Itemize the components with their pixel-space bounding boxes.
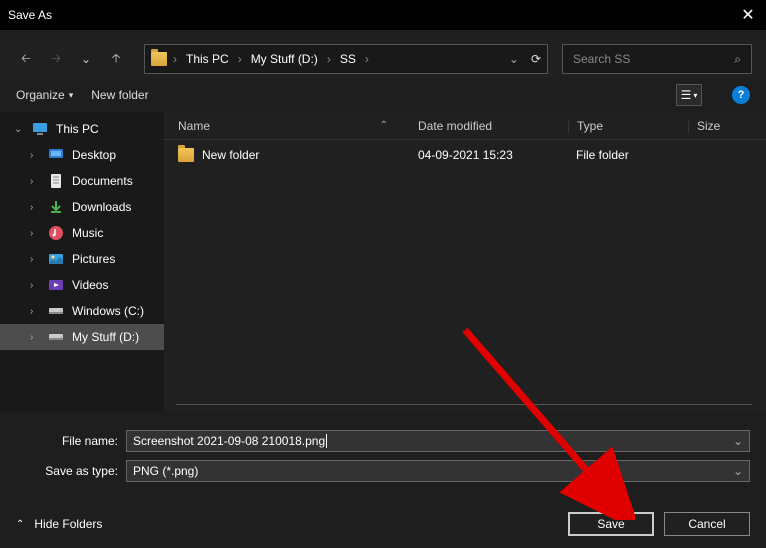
filename-row: File name: Screenshot 2021-09-08 210018.… (0, 426, 766, 456)
filename-label: File name: (16, 434, 126, 448)
sidebar-item-drive-d[interactable]: › My Stuff (D:) (0, 324, 164, 350)
file-list-area: Name ⌃ Date modified Type Size New folde… (164, 112, 766, 412)
videos-icon (48, 277, 64, 293)
window-title: Save As (8, 8, 52, 22)
pictures-icon (48, 251, 64, 267)
up-button[interactable]: 🡡 (104, 47, 128, 71)
body: ⌄ This PC › Desktop › Documents › Downlo… (0, 112, 766, 412)
text-cursor (326, 434, 327, 448)
chevron-right-icon: › (325, 52, 333, 66)
forward-button[interactable]: 🡢 (44, 47, 68, 71)
drive-icon (48, 303, 64, 319)
column-header-size[interactable]: Size (688, 119, 766, 133)
search-icon: ⌕ (734, 52, 741, 67)
file-date: 04-09-2021 15:23 (418, 148, 568, 162)
close-icon[interactable]: ✕ (738, 5, 758, 25)
breadcrumb-item[interactable]: This PC (183, 52, 232, 66)
sidebar-item-pictures[interactable]: › Pictures (0, 246, 164, 272)
chevron-right-icon: › (30, 332, 40, 343)
sidebar-item-label: Downloads (72, 200, 131, 214)
view-options-button[interactable]: ☰ ▾ (676, 84, 702, 106)
chevron-down-icon: ⌄ (14, 124, 24, 135)
pc-icon (32, 121, 48, 137)
filetype-select[interactable]: PNG (*.png) ⌄ (126, 460, 750, 482)
hide-folders-button[interactable]: Hide Folders (34, 517, 102, 531)
dropdown-icon[interactable]: ⌄ (733, 434, 743, 448)
recent-locations-dropdown[interactable]: ⌄ (74, 47, 98, 71)
downloads-icon (48, 199, 64, 215)
new-folder-button[interactable]: New folder (91, 88, 148, 102)
file-name: New folder (202, 148, 259, 162)
sidebar-item-downloads[interactable]: › Downloads (0, 194, 164, 220)
chevron-right-icon: › (30, 202, 40, 213)
sidebar-item-music[interactable]: › Music (0, 220, 164, 246)
help-icon[interactable]: ? (732, 86, 750, 104)
folder-icon (178, 148, 194, 162)
footer: ⌃ Hide Folders Save Cancel (0, 500, 766, 548)
breadcrumb-item[interactable]: SS (337, 52, 359, 66)
sidebar-item-label: Music (72, 226, 103, 240)
sidebar-item-label: Pictures (72, 252, 115, 266)
organize-button[interactable]: Organize ▾ (16, 88, 73, 102)
sidebar-item-this-pc[interactable]: ⌄ This PC (0, 116, 164, 142)
toolbar: Organize ▾ New folder ☰ ▾ ? (0, 78, 766, 112)
filetype-label: Save as type: (16, 464, 126, 478)
chevron-right-icon: › (30, 176, 40, 187)
sidebar: ⌄ This PC › Desktop › Documents › Downlo… (0, 112, 164, 412)
sidebar-item-videos[interactable]: › Videos (0, 272, 164, 298)
chevron-right-icon: › (30, 150, 40, 161)
sidebar-item-label: Windows (C:) (72, 304, 144, 318)
divider (176, 404, 752, 405)
cancel-button[interactable]: Cancel (664, 512, 750, 536)
chevron-right-icon: › (363, 52, 371, 66)
sidebar-item-label: This PC (56, 122, 99, 136)
breadcrumb-item[interactable]: My Stuff (D:) (248, 52, 321, 66)
column-header-type[interactable]: Type (568, 119, 688, 133)
sort-ascending-icon: ⌃ (380, 120, 388, 131)
navigation-row: 🡠 🡢 ⌄ 🡡 › This PC › My Stuff (D:) › SS ›… (0, 40, 766, 78)
column-headers: Name ⌃ Date modified Type Size (164, 112, 766, 140)
sidebar-item-label: Desktop (72, 148, 116, 162)
chevron-right-icon: › (30, 228, 40, 239)
back-button[interactable]: 🡠 (14, 47, 38, 71)
sidebar-item-label: My Stuff (D:) (72, 330, 139, 344)
music-icon (48, 225, 64, 241)
address-bar[interactable]: › This PC › My Stuff (D:) › SS › ⌄ ⟳ (144, 44, 548, 74)
dropdown-icon[interactable]: ⌄ (733, 464, 743, 478)
chevron-right-icon: › (30, 306, 40, 317)
save-button[interactable]: Save (568, 512, 654, 536)
dropdown-icon: ▾ (69, 90, 74, 101)
search-input[interactable]: Search SS ⌕ (562, 44, 752, 74)
search-placeholder: Search SS (573, 52, 630, 66)
chevron-right-icon: › (30, 280, 40, 291)
sidebar-item-documents[interactable]: › Documents (0, 168, 164, 194)
sidebar-item-drive-c[interactable]: › Windows (C:) (0, 298, 164, 324)
sidebar-item-label: Documents (72, 174, 133, 188)
documents-icon (48, 173, 64, 189)
refresh-icon[interactable]: ⟳ (531, 52, 541, 66)
chevron-right-icon: › (236, 52, 244, 66)
file-type: File folder (568, 148, 688, 162)
file-row[interactable]: New folder 04-09-2021 15:23 File folder (164, 140, 766, 170)
chevron-right-icon: › (171, 52, 179, 66)
chevron-right-icon: › (30, 254, 40, 265)
filetype-row: Save as type: PNG (*.png) ⌄ (0, 456, 766, 486)
column-header-date[interactable]: Date modified (418, 119, 568, 133)
filename-input[interactable]: Screenshot 2021-09-08 210018.png ⌄ (126, 430, 750, 452)
column-header-name[interactable]: Name ⌃ (178, 119, 418, 133)
desktop-icon (48, 147, 64, 163)
sidebar-item-desktop[interactable]: › Desktop (0, 142, 164, 168)
title-bar: Save As ✕ (0, 0, 766, 30)
sidebar-item-label: Videos (72, 278, 108, 292)
address-dropdown-icon[interactable]: ⌄ (509, 52, 519, 66)
folder-icon (151, 52, 167, 66)
collapse-icon[interactable]: ⌃ (16, 519, 24, 530)
drive-icon (48, 329, 64, 345)
